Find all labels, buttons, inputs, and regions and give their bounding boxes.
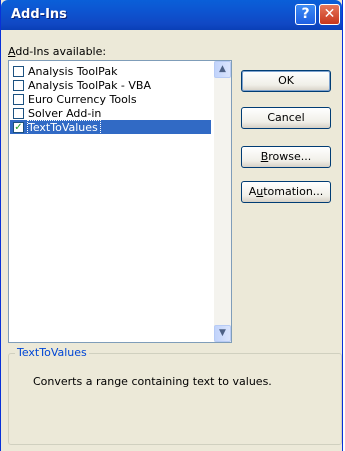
- list-item[interactable]: Euro Currency Tools: [10, 92, 211, 106]
- label-rest: dd-Ins available:: [15, 45, 107, 58]
- list-item[interactable]: Solver Add-in: [10, 106, 211, 120]
- browse-button[interactable]: Browse...: [241, 146, 331, 168]
- list-item-label: TextToValues: [27, 119, 101, 135]
- add-ins-dialog: Add-Ins ? ✕ Add-Ins available: Analysis …: [0, 0, 343, 451]
- list-item-label: Euro Currency Tools: [28, 92, 137, 106]
- description-text: Converts a range containing text to valu…: [33, 375, 272, 388]
- scroll-down-icon[interactable]: ▼: [214, 325, 231, 342]
- checkbox[interactable]: [13, 107, 24, 119]
- close-button[interactable]: ✕: [319, 4, 340, 25]
- checkbox[interactable]: [13, 93, 24, 105]
- automation-button[interactable]: Automation...: [241, 181, 331, 203]
- list-item-label: Analysis ToolPak: [28, 64, 118, 78]
- add-ins-available-label: Add-Ins available:: [8, 45, 106, 58]
- add-ins-listbox[interactable]: Analysis ToolPak Analysis ToolPak - VBA …: [8, 60, 232, 343]
- checkbox-checked[interactable]: ✓: [13, 121, 24, 133]
- list-item-label: Solver Add-in: [28, 106, 102, 120]
- title-bar[interactable]: Add-Ins ? ✕: [1, 0, 342, 30]
- browse-label-rest: rowse...: [268, 150, 312, 163]
- checkbox[interactable]: [13, 79, 24, 91]
- cancel-button[interactable]: Cancel: [241, 107, 331, 129]
- close-icon: ✕: [323, 6, 336, 22]
- help-icon: ?: [301, 6, 310, 22]
- description-title: TextToValues: [15, 346, 89, 359]
- scroll-up-icon[interactable]: ▲: [214, 61, 231, 78]
- description-group: TextToValues Converts a range containing…: [8, 346, 342, 445]
- list-item-label: Analysis ToolPak - VBA: [28, 78, 151, 92]
- ok-button[interactable]: OK: [241, 70, 331, 92]
- dialog-title: Add-Ins: [11, 7, 67, 22]
- list-item-selected[interactable]: ✓ TextToValues: [10, 119, 211, 135]
- vertical-scrollbar[interactable]: ▲ ▼: [214, 61, 231, 342]
- help-button[interactable]: ?: [295, 4, 316, 25]
- list-item[interactable]: Analysis ToolPak: [10, 64, 211, 78]
- automation-label-rest: tomation...: [263, 185, 324, 198]
- checkbox[interactable]: [13, 65, 24, 77]
- list-item[interactable]: Analysis ToolPak - VBA: [10, 78, 211, 92]
